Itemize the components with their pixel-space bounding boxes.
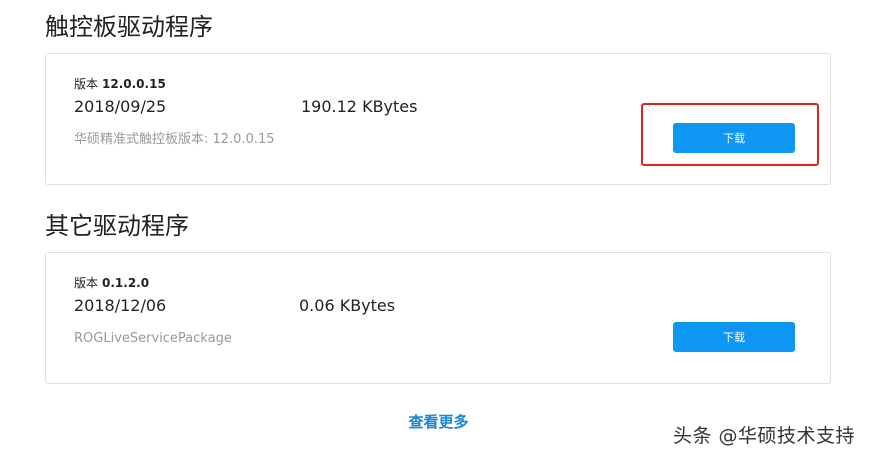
download-button[interactable]: 下载	[673, 123, 795, 153]
version-number: 0.1.2.0	[102, 276, 150, 290]
driver-description: 华硕精准式触控板版本: 12.0.0.15	[74, 132, 275, 147]
file-size: 190.12 KBytes	[301, 97, 418, 116]
version-label: 版本	[74, 276, 99, 290]
version-number: 12.0.0.15	[102, 77, 166, 91]
file-size: 0.06 KBytes	[299, 296, 396, 315]
driver-download-page: 触控板驱动程序 版本 12.0.0.15 2018/09/25 190.12 KB…	[0, 0, 869, 459]
version-line: 版本 0.1.2.0	[74, 276, 149, 290]
download-button[interactable]: 下载	[673, 322, 795, 352]
version-line: 版本 12.0.0.15	[74, 77, 166, 91]
other-driver-card: 版本 0.1.2.0 2018/12/06 0.06 KBytes ROGLive…	[45, 252, 831, 384]
version-label: 版本	[74, 77, 99, 91]
watermark: 头条 @华硕技术支持	[672, 425, 855, 447]
release-date: 2018/12/06	[74, 296, 167, 315]
touchpad-section-title: 触控板驱动程序	[45, 13, 213, 41]
other-section-title: 其它驱动程序	[45, 212, 189, 240]
release-date: 2018/09/25	[74, 97, 167, 116]
touchpad-driver-card: 版本 12.0.0.15 2018/09/25 190.12 KBytes 华硕精…	[45, 53, 831, 185]
driver-description: ROGLiveServicePackage	[74, 331, 232, 346]
